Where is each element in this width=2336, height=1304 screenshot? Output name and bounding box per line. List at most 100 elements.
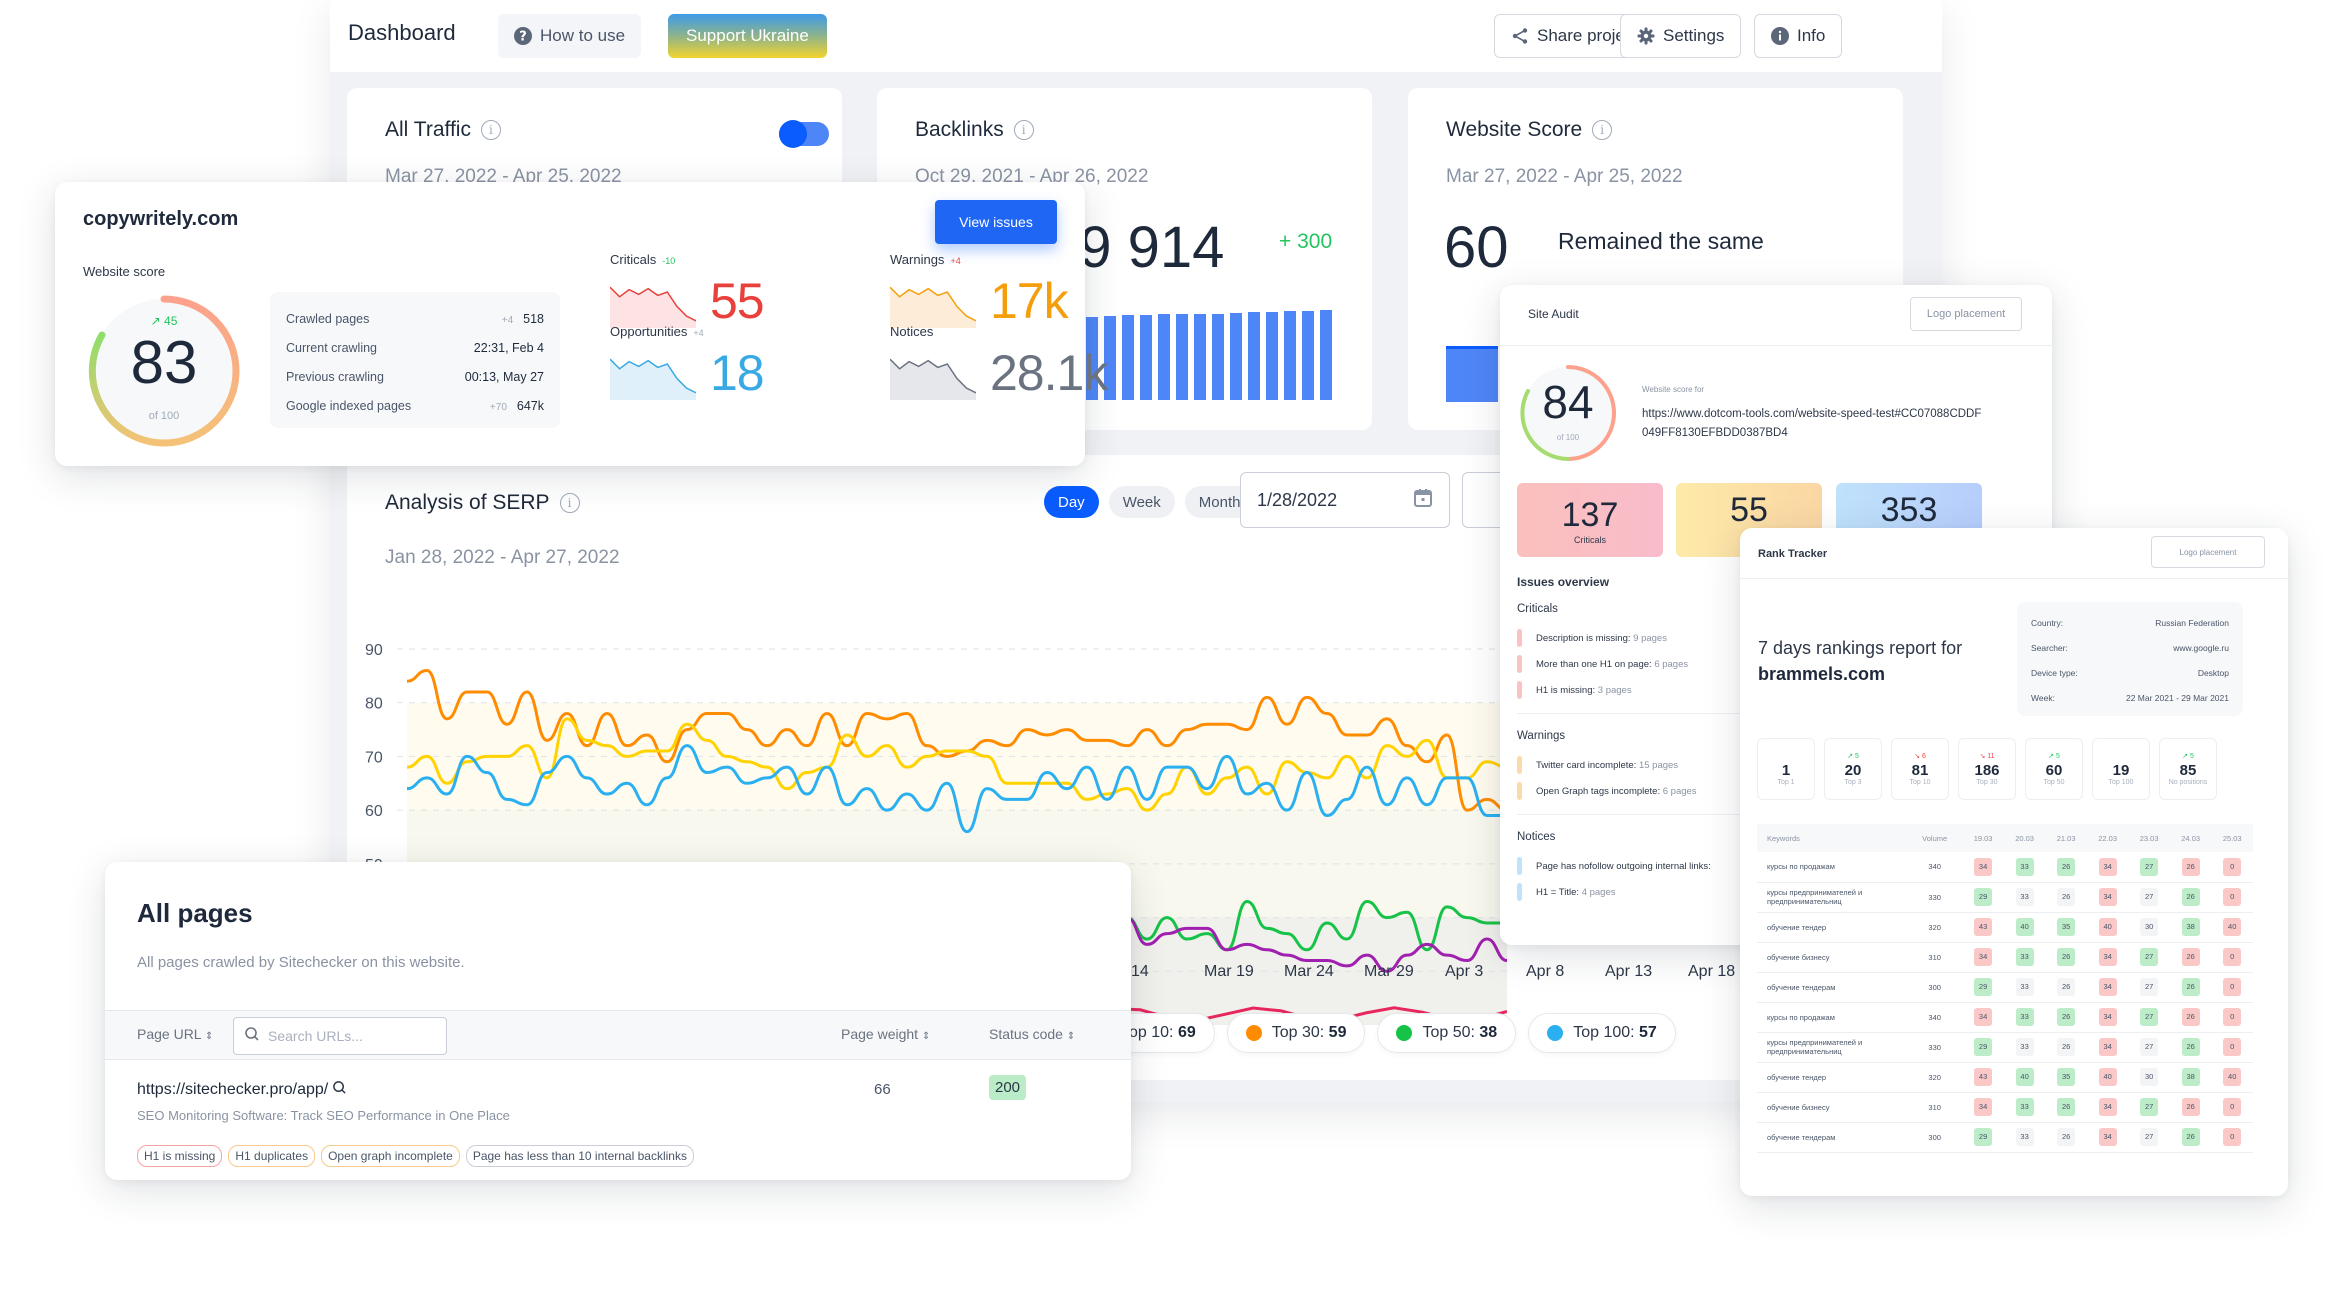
divider bbox=[1740, 578, 2288, 579]
position-cell: 43 bbox=[1962, 1062, 2004, 1093]
position-badge: 26 bbox=[2057, 978, 2076, 996]
view-issues-button[interactable]: View issues bbox=[935, 200, 1057, 244]
position-cell: 26 bbox=[2045, 1032, 2087, 1063]
all-pages-card: All pages All pages crawled by Sitecheck… bbox=[105, 862, 1131, 1180]
crawl-stat-value: 00:13, May 27 bbox=[464, 369, 544, 384]
column-header[interactable]: 20.03 bbox=[2003, 824, 2046, 852]
info-circle-icon[interactable]: i bbox=[1592, 120, 1613, 140]
column-header[interactable]: 19.03 bbox=[1962, 824, 2004, 852]
settings-button[interactable]: Settings bbox=[1620, 14, 1742, 58]
all-pages-subtitle: All pages crawled by Sitechecker on this… bbox=[137, 954, 465, 971]
rank-summary-box: ↗ 5 20 Top 3 bbox=[1824, 738, 1882, 800]
search-urls-input[interactable]: Search URLs... bbox=[233, 1017, 447, 1055]
issue-severity-marker bbox=[1517, 681, 1522, 699]
info-circle-icon[interactable]: i bbox=[1013, 120, 1034, 140]
backlinks-bar bbox=[1176, 314, 1188, 400]
y-tick-label: 60 bbox=[365, 803, 383, 820]
issue-tag[interactable]: H1 duplicates bbox=[228, 1145, 316, 1167]
position-badge: 34 bbox=[2098, 1128, 2117, 1146]
how-to-use-label: How to use bbox=[540, 26, 626, 45]
info-circle-icon[interactable]: i bbox=[559, 493, 580, 513]
position-badge: 0 bbox=[2223, 1098, 2242, 1116]
column-header[interactable]: 21.03 bbox=[2045, 824, 2087, 852]
trend-up-icon: ↗ bbox=[150, 314, 161, 328]
logo-placement-button[interactable]: Logo placement bbox=[1910, 297, 2022, 331]
rank-summary-box: ↗ 5 85 No positions bbox=[2159, 738, 2217, 800]
position-cell: 27 bbox=[2128, 942, 2170, 973]
position-cell: 34 bbox=[1962, 1092, 2004, 1123]
issue-label: Page has nofollow outgoing internal link… bbox=[1536, 860, 1711, 872]
column-header[interactable]: 24.03 bbox=[2169, 824, 2212, 852]
position-cell: 26 bbox=[2045, 852, 2087, 883]
table-row: обучение тендерам 300 29 33 26 34 27 26 0 bbox=[1757, 1122, 2253, 1153]
logo-placement-button[interactable]: Logo placement bbox=[2151, 536, 2265, 568]
page-url-row[interactable]: https://sitechecker.pro/app/ bbox=[137, 1080, 347, 1100]
col-page-url[interactable]: Page URL ⇕ bbox=[137, 1026, 213, 1042]
col-page-weight[interactable]: Page weight ⇕ bbox=[841, 1026, 930, 1042]
position-cell: 0 bbox=[2211, 942, 2253, 973]
position-cell: 33 bbox=[2003, 1122, 2046, 1153]
volume-cell: 340 bbox=[1907, 852, 1963, 883]
info-circle-icon[interactable]: i bbox=[480, 120, 501, 140]
issue-tag[interactable]: Page has less than 10 internal backlinks bbox=[465, 1145, 694, 1167]
issue-label: Description is missing: bbox=[1536, 632, 1634, 644]
calendar-icon[interactable] bbox=[1413, 488, 1433, 513]
how-to-use-button[interactable]: ? How to use bbox=[498, 14, 642, 58]
support-ukraine-button[interactable]: Support Ukraine bbox=[668, 14, 827, 58]
position-badge: 26 bbox=[2181, 1128, 2200, 1146]
position-cell: 27 bbox=[2128, 1092, 2170, 1123]
position-badge: 33 bbox=[2015, 857, 2034, 876]
website-score-label: Website score bbox=[83, 264, 166, 279]
date-from-input[interactable]: 1/28/2022 bbox=[1240, 472, 1450, 528]
position-cell: 40 bbox=[2086, 1062, 2129, 1093]
position-badge: 0 bbox=[2223, 1038, 2242, 1056]
rank-delta: ↗ 5 bbox=[1847, 752, 1859, 762]
position-badge: 0 bbox=[2223, 888, 2242, 906]
legend-item[interactable]: Top 100: 57 bbox=[1528, 1013, 1676, 1053]
issue-label: Twitter card incomplete: bbox=[1536, 759, 1639, 771]
divider bbox=[1500, 345, 2052, 346]
metric-label-text: Criticals bbox=[610, 252, 657, 267]
site-audit-url[interactable]: https://www.dotcom-tools.com/website-spe… bbox=[1642, 405, 1982, 443]
all-traffic-toggle[interactable] bbox=[779, 120, 829, 148]
issue-text: Description is missing: 9 pages bbox=[1536, 633, 1667, 644]
metric-sparkline bbox=[610, 358, 696, 400]
keyword-cell: обучение бизнесу bbox=[1757, 1092, 1907, 1123]
column-header[interactable]: 25.03 bbox=[2211, 824, 2253, 852]
keyword-cell: курсы предпринимателей и предприниматель… bbox=[1757, 1032, 1907, 1063]
column-header[interactable]: 23.03 bbox=[2128, 824, 2170, 852]
website-score-number: 83 bbox=[130, 329, 198, 396]
legend-item[interactable]: Top 50: 38 bbox=[1377, 1013, 1517, 1053]
period-day[interactable]: Day bbox=[1044, 486, 1099, 518]
position-cell: 0 bbox=[2211, 1092, 2253, 1123]
column-header[interactable]: Volume bbox=[1907, 824, 1963, 852]
legend-value: 69 bbox=[1177, 1024, 1196, 1041]
info-button[interactable]: Info bbox=[1754, 14, 1843, 58]
score-delta: ↗ 45 bbox=[83, 314, 245, 328]
position-cell: 26 bbox=[2045, 972, 2087, 1003]
rank-summary-box: 1 Top 1 bbox=[1757, 738, 1815, 800]
position-badge: 33 bbox=[2015, 888, 2034, 906]
issue-tag[interactable]: Open graph incomplete bbox=[321, 1145, 460, 1167]
volume-cell: 340 bbox=[1907, 1002, 1963, 1033]
position-cell: 34 bbox=[2086, 1002, 2129, 1033]
issue-tag[interactable]: H1 is missing bbox=[137, 1145, 223, 1167]
metric-sparkline bbox=[610, 286, 696, 328]
column-header[interactable]: 22.03 bbox=[2086, 824, 2129, 852]
meta-label: Device type: bbox=[2031, 667, 2078, 678]
page-url-link[interactable]: https://sitechecker.pro/app/ bbox=[137, 1081, 328, 1099]
column-header[interactable]: Keywords bbox=[1757, 824, 1907, 852]
legend-item[interactable]: Top 30: 59 bbox=[1226, 1013, 1366, 1053]
rank-count-label: Top 30 bbox=[1976, 779, 1998, 786]
x-tick-label: Mar 19 bbox=[1204, 963, 1254, 980]
period-week[interactable]: Week bbox=[1108, 486, 1175, 518]
meta-row: Device type: Desktop bbox=[2031, 660, 2229, 685]
metric-value: 17k bbox=[990, 273, 1069, 329]
trend-up-icon: ↗ bbox=[2182, 753, 2190, 760]
issue-text: Open Graph tags incomplete: 6 pages bbox=[1536, 786, 1697, 797]
col-status-code-label: Status code bbox=[989, 1026, 1063, 1042]
position-badge: 27 bbox=[2140, 1008, 2159, 1026]
col-status-code[interactable]: Status code ⇕ bbox=[989, 1026, 1075, 1042]
svg-text:?: ? bbox=[519, 30, 527, 45]
search-icon[interactable] bbox=[332, 1080, 347, 1100]
